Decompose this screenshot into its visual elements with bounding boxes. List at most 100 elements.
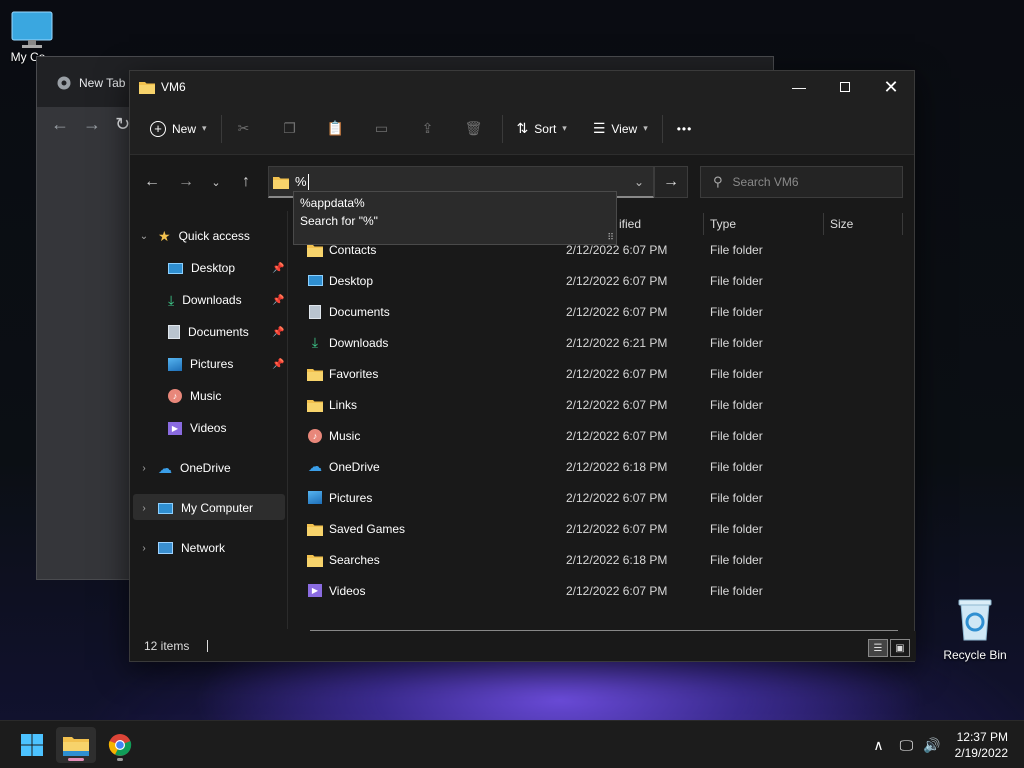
- back-button[interactable]: ←: [138, 168, 166, 196]
- table-row[interactable]: Favorites 2/12/2022 6:07 PM File folder: [289, 358, 914, 389]
- sidebar-item-pictures[interactable]: Pictures 📌: [168, 351, 284, 377]
- chrome-taskbar-button[interactable]: [100, 727, 140, 763]
- chevron-down-icon[interactable]: ⌄: [138, 231, 150, 242]
- monitor-icon: [158, 502, 173, 514]
- date-modified-cell: 2/12/2022 6:07 PM: [566, 583, 668, 598]
- date-modified-cell: 2/12/2022 6:07 PM: [566, 273, 668, 288]
- sidebar-item-my-computer[interactable]: › My Computer: [138, 495, 253, 521]
- title-bar[interactable]: VM6 — ✕: [130, 71, 914, 103]
- pin-icon[interactable]: 📌: [272, 295, 284, 306]
- copy-icon: ❐: [283, 120, 296, 136]
- table-row[interactable]: Searches 2/12/2022 6:18 PM File folder: [289, 544, 914, 575]
- minimize-button[interactable]: —: [776, 71, 822, 103]
- browser-back-icon[interactable]: ←: [51, 114, 69, 135]
- browser-reload-icon[interactable]: ↻: [115, 114, 130, 135]
- recycle-bin-label: Recycle Bin: [943, 648, 1007, 662]
- view-button[interactable]: ☰ View ▾: [587, 113, 654, 145]
- type-cell: File folder: [710, 304, 763, 319]
- onedrive-icon: ☁: [308, 458, 322, 474]
- sidebar-item-downloads[interactable]: ⤓ Downloads 📌: [168, 287, 284, 313]
- volume-icon[interactable]: 🔊: [923, 737, 940, 754]
- chevron-right-icon[interactable]: ›: [138, 463, 150, 474]
- table-row[interactable]: Documents 2/12/2022 6:07 PM File folder: [289, 296, 914, 327]
- column-label: Size: [830, 217, 854, 231]
- search-input[interactable]: ⚲ Search VM6: [700, 166, 903, 198]
- sidebar-item-videos[interactable]: ▶ Videos: [168, 415, 226, 441]
- network-status-icon[interactable]: 🖵: [900, 737, 914, 754]
- scissors-icon: ✂: [237, 120, 250, 136]
- sidebar-item-label: Quick access: [178, 229, 250, 243]
- type-cell: File folder: [710, 552, 763, 567]
- sort-button[interactable]: ⇅ Sort ▾: [511, 113, 573, 145]
- autocomplete-item[interactable]: %appdata%: [294, 194, 616, 212]
- address-dropdown-button[interactable]: ⌄: [624, 167, 654, 197]
- onedrive-icon: ☁: [158, 459, 172, 476]
- table-row[interactable]: ♪ Music 2/12/2022 6:07 PM File folder: [289, 420, 914, 451]
- rename-button[interactable]: ▭: [368, 115, 396, 143]
- file-explorer-taskbar-button[interactable]: [56, 727, 96, 763]
- go-button[interactable]: →: [654, 166, 688, 198]
- browser-forward-icon[interactable]: →: [83, 114, 101, 135]
- recycle-bin-desktop-icon[interactable]: Recycle Bin: [940, 596, 1010, 662]
- desktop-icon: [168, 262, 183, 274]
- table-row[interactable]: ▶ Videos 2/12/2022 6:07 PM File folder: [289, 575, 914, 606]
- sidebar-item-onedrive[interactable]: › ☁ OneDrive: [138, 455, 230, 481]
- file-explorer-window[interactable]: VM6 — ✕ + New ▾ ✂ ❐ 📋 ▭ ⇪ 🗑 ⇅ Sort ▾ ☰ V…: [129, 70, 916, 662]
- file-name: Saved Games: [329, 521, 406, 536]
- autocomplete-item[interactable]: Search for "%": [294, 212, 616, 230]
- up-button[interactable]: ↑: [232, 168, 260, 196]
- sidebar-item-quick-access[interactable]: ⌄ ★ Quick access: [138, 223, 250, 249]
- new-button[interactable]: + New ▾: [144, 113, 213, 145]
- arrow-up-icon: ↑: [242, 173, 250, 190]
- table-row[interactable]: Links 2/12/2022 6:07 PM File folder: [289, 389, 914, 420]
- file-list: ified Type Size Contacts 2/12/2022 6:07 P…: [289, 211, 914, 632]
- address-input[interactable]: %: [295, 174, 307, 189]
- table-row[interactable]: ☁ OneDrive 2/12/2022 6:18 PM File folder: [289, 451, 914, 482]
- chevron-up-icon[interactable]: ∧: [873, 737, 883, 754]
- column-divider[interactable]: [902, 213, 903, 235]
- folder-icon: [307, 398, 323, 412]
- column-divider[interactable]: [703, 213, 704, 235]
- date-modified-cell: 2/12/2022 6:07 PM: [566, 366, 668, 381]
- tiles-view-button[interactable]: ▣: [890, 639, 910, 657]
- search-icon: ⚲: [713, 174, 723, 189]
- sidebar-item-music[interactable]: ♪ Music: [168, 383, 221, 409]
- clock[interactable]: 12:37 PM 2/19/2022: [955, 729, 1024, 761]
- table-row[interactable]: ⤓ Downloads 2/12/2022 6:21 PM File folder: [289, 327, 914, 358]
- resize-grip-icon[interactable]: ⠿: [607, 232, 614, 243]
- cut-button[interactable]: ✂: [230, 115, 258, 143]
- copy-button[interactable]: ❐: [276, 115, 304, 143]
- view-label: View: [611, 121, 638, 136]
- type-cell: File folder: [710, 397, 763, 412]
- forward-button[interactable]: →: [172, 168, 200, 196]
- pin-icon[interactable]: 📌: [272, 263, 284, 274]
- chevron-right-icon[interactable]: ›: [138, 543, 150, 554]
- table-row[interactable]: Saved Games 2/12/2022 6:07 PM File folder: [289, 513, 914, 544]
- file-name-cell: Links: [307, 398, 357, 412]
- sidebar-item-documents[interactable]: Documents 📌: [168, 319, 284, 345]
- network-icon: [158, 542, 173, 554]
- close-button[interactable]: ✕: [868, 71, 914, 103]
- chevron-right-icon[interactable]: ›: [138, 503, 150, 514]
- share-button[interactable]: ⇪: [414, 115, 442, 143]
- sidebar-item-desktop[interactable]: Desktop 📌: [168, 255, 284, 281]
- maximize-button[interactable]: [822, 71, 868, 103]
- column-divider[interactable]: [823, 213, 824, 235]
- desktop-icon: [307, 275, 323, 286]
- start-button[interactable]: [12, 727, 52, 763]
- recent-locations-button[interactable]: ⌄: [202, 168, 230, 196]
- sidebar-item-network[interactable]: › Network: [138, 535, 225, 561]
- delete-button[interactable]: 🗑: [460, 115, 488, 143]
- chevron-down-icon: ▾: [562, 123, 567, 133]
- file-name: Links: [329, 397, 358, 412]
- more-options-button[interactable]: •••: [671, 113, 699, 145]
- table-row[interactable]: Pictures 2/12/2022 6:07 PM File folder: [289, 482, 914, 513]
- pin-icon[interactable]: 📌: [272, 327, 284, 338]
- file-name: Documents: [329, 304, 390, 319]
- details-view-button[interactable]: ☰: [868, 639, 888, 657]
- pin-icon[interactable]: 📌: [272, 359, 284, 370]
- type-cell: File folder: [710, 459, 763, 474]
- paste-button[interactable]: 📋: [322, 115, 350, 143]
- file-name-cell: Favorites: [307, 367, 378, 381]
- table-row[interactable]: Desktop 2/12/2022 6:07 PM File folder: [289, 265, 914, 296]
